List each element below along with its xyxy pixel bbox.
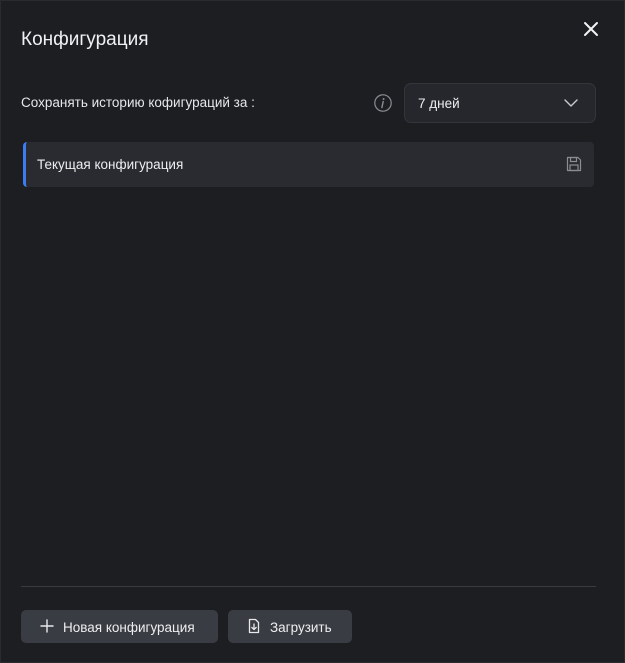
history-period-select[interactable]: 7 дней <box>404 83 596 123</box>
history-retention-label: Сохранять историю кофигураций за : <box>21 95 255 110</box>
close-icon <box>584 22 598 36</box>
history-period-value: 7 дней <box>418 96 460 111</box>
new-configuration-label: Новая конфигурация <box>63 620 195 635</box>
chevron-down-icon <box>564 99 578 107</box>
close-button[interactable] <box>580 18 602 40</box>
footer-divider <box>21 586 596 587</box>
file-download-icon <box>248 618 260 634</box>
config-item-label: Текущая конфигурация <box>37 157 184 172</box>
dialog-title: Конфигурация <box>21 29 149 50</box>
history-retention-row: Сохранять историю кофигураций за : 7 дне… <box>21 83 596 123</box>
upload-button[interactable]: Загрузить <box>228 610 352 643</box>
configuration-dialog: Конфигурация Сохранять историю кофигурац… <box>0 0 625 663</box>
plus-icon <box>40 619 54 633</box>
info-icon[interactable] <box>373 93 393 113</box>
new-configuration-button[interactable]: Новая конфигурация <box>21 610 218 643</box>
config-list-item[interactable]: Текущая конфигурация <box>23 142 594 187</box>
upload-label: Загрузить <box>270 620 332 635</box>
save-icon[interactable] <box>565 155 583 173</box>
